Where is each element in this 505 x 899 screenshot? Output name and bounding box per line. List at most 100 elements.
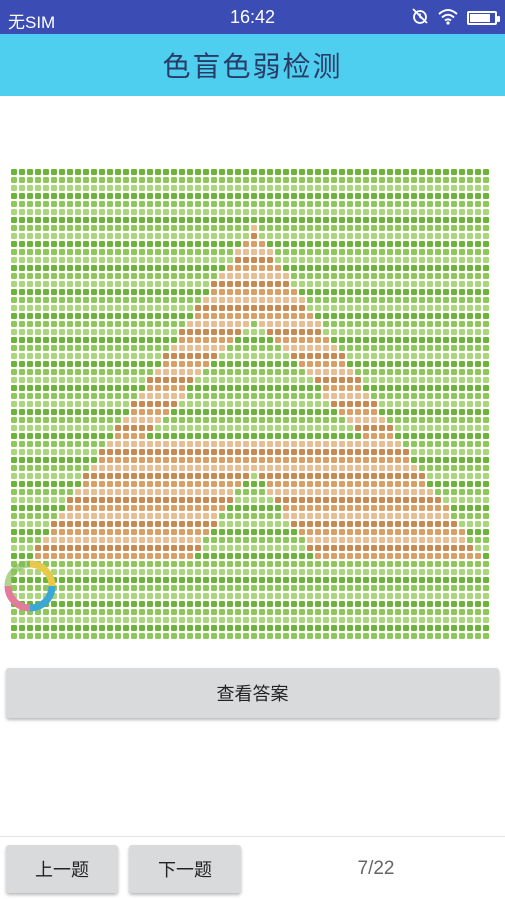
plate-background-dot: [331, 233, 337, 239]
plate-background-dot: [155, 193, 161, 199]
plate-background-dot: [235, 177, 241, 183]
plate-background-dot: [283, 249, 289, 255]
plate-background-dot: [323, 617, 329, 623]
plate-background-dot: [363, 345, 369, 351]
plate-figure-dot: [179, 521, 185, 527]
plate-figure-dot: [227, 281, 233, 287]
plate-background-dot: [379, 217, 385, 223]
plate-figure-dot: [331, 401, 337, 407]
plate-figure-dot: [427, 529, 433, 535]
plate-background-dot: [307, 553, 313, 559]
plate-background-dot: [275, 553, 281, 559]
plate-background-dot: [83, 297, 89, 303]
plate-background-dot: [219, 369, 225, 375]
previous-question-button[interactable]: 上一题: [6, 845, 118, 893]
plate-background-dot: [443, 353, 449, 359]
plate-background-dot: [299, 561, 305, 567]
plate-figure-dot: [315, 361, 321, 367]
plate-background-dot: [203, 409, 209, 415]
plate-background-dot: [307, 169, 313, 175]
plate-figure-dot: [147, 425, 153, 431]
plate-background-dot: [123, 377, 129, 383]
show-answer-button[interactable]: 查看答案: [6, 668, 499, 718]
plate-background-dot: [347, 337, 353, 343]
plate-background-dot: [251, 385, 257, 391]
plate-figure-dot: [195, 473, 201, 479]
plate-background-dot: [147, 601, 153, 607]
plate-figure-dot: [211, 321, 217, 327]
plate-figure-dot: [275, 289, 281, 295]
plate-figure-dot: [139, 417, 145, 423]
plate-background-dot: [307, 577, 313, 583]
plate-background-dot: [11, 465, 17, 471]
plate-background-dot: [27, 521, 33, 527]
plate-background-dot: [99, 281, 105, 287]
plate-background-dot: [163, 209, 169, 215]
plate-background-dot: [243, 625, 249, 631]
plate-background-dot: [155, 281, 161, 287]
plate-background-dot: [347, 633, 353, 639]
plate-background-dot: [139, 177, 145, 183]
plate-background-dot: [107, 625, 113, 631]
plate-background-dot: [427, 185, 433, 191]
plate-background-dot: [67, 457, 73, 463]
plate-background-dot: [59, 449, 65, 455]
plate-background-dot: [395, 561, 401, 567]
plate-background-dot: [67, 241, 73, 247]
plate-background-dot: [387, 177, 393, 183]
plate-background-dot: [451, 625, 457, 631]
plate-figure-dot: [227, 489, 233, 495]
plate-background-dot: [179, 225, 185, 231]
plate-background-dot: [211, 225, 217, 231]
plate-background-dot: [99, 217, 105, 223]
plate-background-dot: [291, 425, 297, 431]
plate-background-dot: [363, 593, 369, 599]
plate-background-dot: [315, 233, 321, 239]
plate-background-dot: [83, 337, 89, 343]
plate-background-dot: [371, 201, 377, 207]
plate-background-dot: [27, 393, 33, 399]
plate-background-dot: [475, 241, 481, 247]
plate-background-dot: [395, 329, 401, 335]
plate-background-dot: [307, 425, 313, 431]
plate-figure-dot: [315, 553, 321, 559]
plate-background-dot: [443, 185, 449, 191]
plate-background-dot: [59, 505, 65, 511]
plate-background-dot: [395, 169, 401, 175]
plate-background-dot: [107, 225, 113, 231]
plate-background-dot: [107, 617, 113, 623]
plate-background-dot: [403, 617, 409, 623]
plate-background-dot: [195, 417, 201, 423]
plate-background-dot: [331, 593, 337, 599]
plate-background-dot: [339, 321, 345, 327]
plate-background-dot: [315, 569, 321, 575]
plate-background-dot: [251, 209, 257, 215]
plate-background-dot: [211, 177, 217, 183]
plate-background-dot: [331, 329, 337, 335]
plate-background-dot: [483, 521, 489, 527]
plate-background-dot: [235, 209, 241, 215]
plate-background-dot: [275, 425, 281, 431]
plate-background-dot: [211, 361, 217, 367]
plate-background-dot: [355, 217, 361, 223]
plate-background-dot: [155, 241, 161, 247]
plate-figure-dot: [163, 513, 169, 519]
plate-figure-dot: [291, 497, 297, 503]
plate-background-dot: [187, 417, 193, 423]
plate-background-dot: [443, 305, 449, 311]
plate-background-dot: [203, 417, 209, 423]
plate-background-dot: [467, 505, 473, 511]
next-question-button[interactable]: 下一题: [129, 845, 241, 893]
plate-background-dot: [395, 305, 401, 311]
plate-background-dot: [435, 225, 441, 231]
plate-background-dot: [451, 177, 457, 183]
plate-background-dot: [251, 353, 257, 359]
plate-background-dot: [483, 193, 489, 199]
plate-background-dot: [123, 561, 129, 567]
plate-background-dot: [243, 617, 249, 623]
plate-figure-dot: [227, 289, 233, 295]
plate-background-dot: [195, 393, 201, 399]
plate-background-dot: [27, 489, 33, 495]
plate-background-dot: [267, 177, 273, 183]
plate-background-dot: [155, 289, 161, 295]
